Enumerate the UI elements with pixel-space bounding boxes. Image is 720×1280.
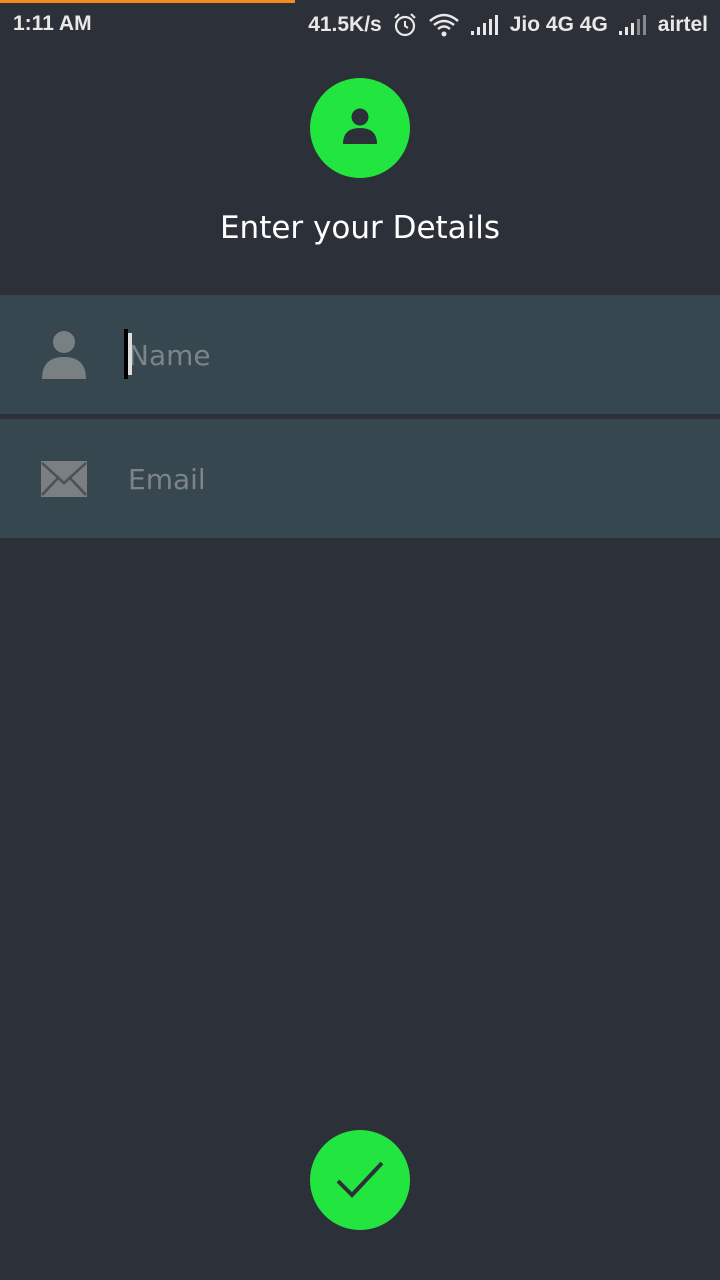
person-icon bbox=[342, 107, 378, 149]
page-title: Enter your Details bbox=[219, 210, 501, 246]
signal-icon bbox=[470, 14, 500, 36]
mail-icon bbox=[40, 453, 88, 505]
person-icon bbox=[40, 329, 88, 381]
email-row bbox=[0, 419, 720, 538]
carrier-1: Jio 4G 4G bbox=[509, 13, 608, 36]
alarm-icon bbox=[392, 12, 418, 38]
name-field[interactable] bbox=[128, 327, 688, 383]
header-avatar bbox=[310, 78, 410, 178]
text-cursor bbox=[124, 329, 132, 379]
email-field[interactable] bbox=[128, 451, 688, 507]
status-time: 1:11 AM bbox=[13, 12, 92, 35]
status-bar: 1:11 AM 41.5K/s Jio 4G 4G airtel bbox=[0, 0, 720, 50]
name-row bbox=[0, 295, 720, 414]
details-screen: 1:11 AM 41.5K/s Jio 4G 4G airtel Enter y… bbox=[0, 0, 720, 1280]
wifi-icon bbox=[428, 13, 460, 37]
checkmark-icon bbox=[335, 1159, 385, 1202]
carrier-2: airtel bbox=[657, 13, 708, 36]
signal-icon bbox=[618, 14, 648, 36]
network-speed: 41.5K/s bbox=[308, 13, 382, 36]
submit-button[interactable] bbox=[310, 1130, 410, 1230]
status-right: 41.5K/s Jio 4G 4G airtel bbox=[308, 12, 708, 38]
